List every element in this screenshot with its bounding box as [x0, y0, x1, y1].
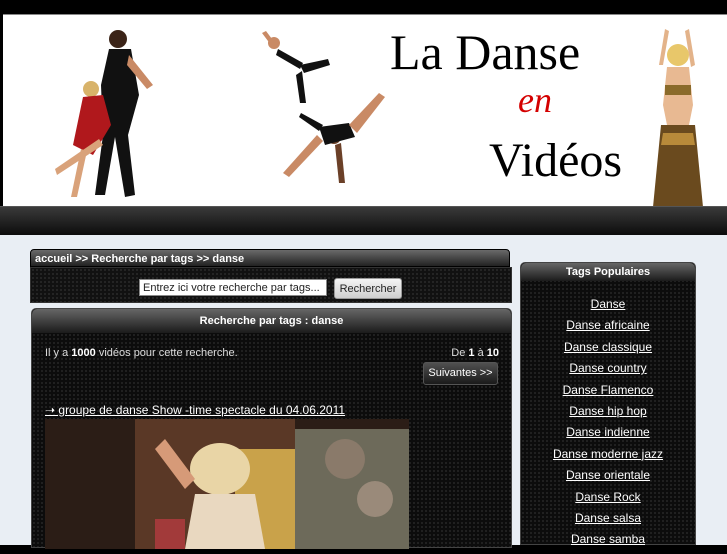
result-count-text: Il y a 1000 vidéos pour cette recherche.	[45, 347, 238, 359]
results-panel: Recherche par tags : danse Il y a 1000 v…	[31, 308, 512, 549]
search-button[interactable]: Rechercher	[334, 278, 402, 299]
range-end: 10	[486, 347, 499, 359]
next-page-button[interactable]: Suivantes >>	[423, 362, 498, 385]
nav-bar	[0, 206, 727, 236]
tag-link[interactable]: Danse hip hop	[521, 404, 695, 425]
logo-text-line2: en	[518, 80, 552, 120]
breadcrumb-current: danse	[212, 253, 245, 265]
couple-dancers-image	[55, 30, 153, 197]
tag-link[interactable]: Danse country	[521, 361, 695, 382]
logo-text-line1: La Danse	[390, 24, 581, 80]
video-thumbnail[interactable]	[45, 419, 409, 549]
tag-link[interactable]: Danse indienne	[521, 425, 695, 446]
breadcrumb-separator: >>	[72, 253, 92, 265]
breadcrumb: accueil >> Recherche par tags >> danse	[30, 249, 510, 267]
tag-link[interactable]: Danse classique	[521, 340, 695, 361]
top-strip	[0, 0, 727, 14]
result-count-value: 1000	[71, 347, 96, 359]
belly-dancer-image	[653, 29, 703, 207]
tag-link[interactable]: Danse samba	[521, 532, 695, 553]
breakdancer-image	[283, 93, 385, 183]
logo-text-line3: Vidéos	[489, 134, 623, 187]
tag-link[interactable]: Danse salsa	[521, 511, 695, 532]
tag-list: Danse Danse africaine Danse classique Da…	[521, 297, 695, 554]
tag-link[interactable]: Danse	[521, 297, 695, 318]
popular-tags-title: Tags Populaires	[521, 263, 695, 281]
video-thumbnail-image	[45, 419, 409, 549]
result-range-text: De 1 à 10	[451, 347, 499, 359]
search-panel: Rechercher	[30, 267, 512, 303]
range-prefix: De	[451, 347, 469, 359]
main-column: accueil >> Recherche par tags >> danse R…	[28, 247, 515, 549]
tag-link[interactable]: Danse Flamenco	[521, 383, 695, 404]
header-banner: La Danse en Vidéos	[3, 14, 727, 207]
result-count-suffix: vidéos pour cette recherche.	[95, 347, 238, 359]
search-input[interactable]	[139, 279, 327, 296]
breadcrumb-home-link[interactable]: accueil	[35, 253, 72, 265]
tag-link[interactable]: Danse africaine	[521, 318, 695, 339]
range-mid: à	[474, 347, 487, 359]
breadcrumb-section-link[interactable]: Recherche par tags	[91, 253, 193, 265]
breadcrumb-separator: >>	[193, 253, 213, 265]
tag-link[interactable]: Danse moderne jazz	[521, 447, 695, 468]
tag-link[interactable]: Danse Rock	[521, 490, 695, 511]
result-count-prefix: Il y a	[45, 347, 72, 359]
video-title-link[interactable]: ➝ groupe de danse Show -time spectacle d…	[45, 403, 345, 417]
popular-tags-panel: Tags Populaires Danse Danse africaine Da…	[520, 262, 696, 546]
tag-link[interactable]: Danse orientale	[521, 468, 695, 489]
results-title: Recherche par tags : danse	[32, 309, 511, 333]
